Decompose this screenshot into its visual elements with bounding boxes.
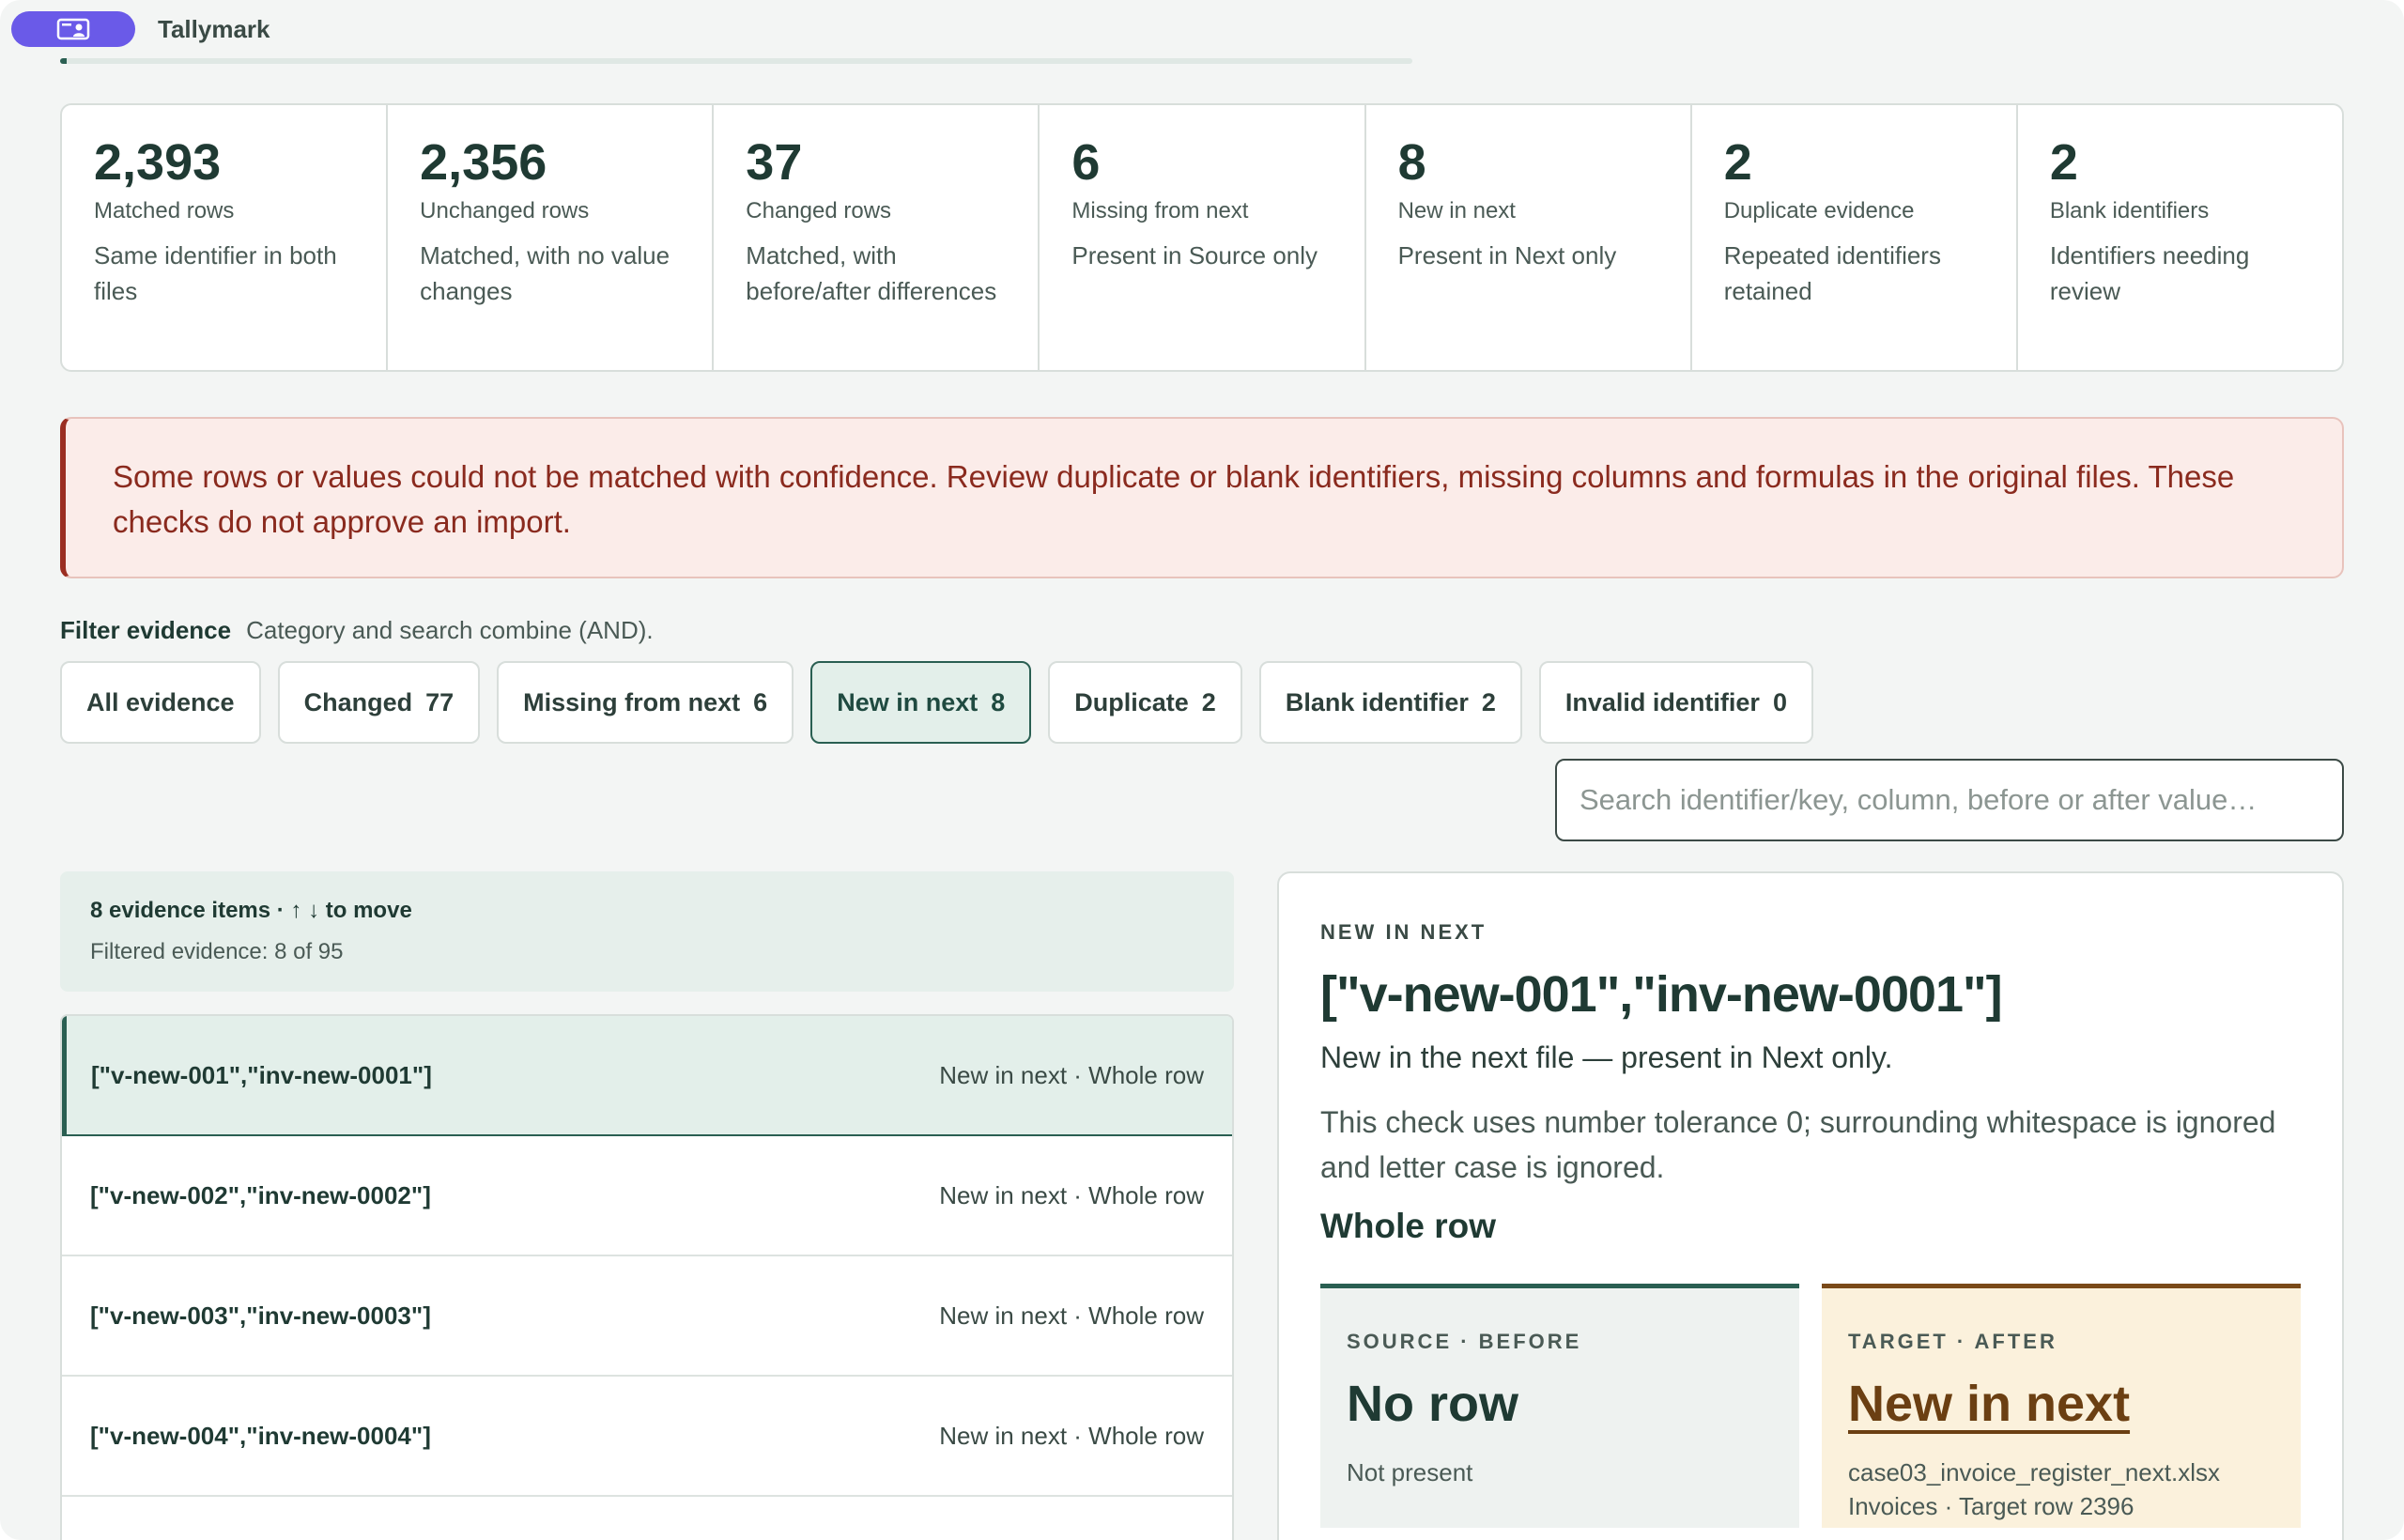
stat-label: New in next (1397, 198, 1516, 224)
stat-value: 8 (1397, 134, 1426, 191)
stat-label: Duplicate evidence (1723, 198, 1915, 224)
stat-value: 2 (2049, 134, 2078, 191)
chip-label: Invalid identifier (1564, 687, 1760, 716)
stat-description: Present in Source only (1071, 241, 1318, 270)
source-value: No row (1347, 1376, 1518, 1432)
target-file: case03_invoice_register_next.xlsx (1848, 1458, 2220, 1486)
target-location: Invoices · Target row 2396 (1848, 1492, 2134, 1520)
chip-count: 6 (753, 687, 768, 716)
chip-missing-from-next[interactable]: Missing from next 6 (497, 661, 794, 744)
filter-chips: All evidence Changed 77 Missing from next… (60, 661, 1813, 744)
evidence-meta: New in next · Whole row (939, 1301, 1204, 1330)
filter-title: Filter evidence (60, 616, 232, 644)
evidence-meta: New in next · Whole row (939, 1060, 1204, 1089)
confidence-warning-alert: Some rows or values could not be matched… (60, 417, 2344, 578)
chip-count: 77 (425, 687, 455, 716)
evidence-list: ["v-new-001","inv-new-0001"] New in next… (60, 1014, 1234, 1540)
monitor-user-icon (56, 18, 90, 40)
evidence-row[interactable]: ["v-new-003","inv-new-0003"] New in next… (62, 1256, 1232, 1377)
evidence-row[interactable]: ["v-new-001","inv-new-0001"] New in next… (62, 1016, 1232, 1136)
chip-changed[interactable]: Changed 77 (277, 661, 481, 744)
detail-section-title: Whole row (1320, 1207, 1497, 1245)
app-switcher-button[interactable] (11, 11, 135, 47)
chip-label: Blank identifier (1285, 687, 1469, 716)
evidence-key: ["v-new-003","inv-new-0003"] (90, 1301, 431, 1330)
stat-value: 2,393 (94, 134, 222, 191)
source-before-panel: SOURCE · BEFORE No row Not present (1320, 1284, 1799, 1528)
stat-label: Matched rows (94, 198, 235, 224)
chip-invalid-identifier[interactable]: Invalid identifier 0 (1538, 661, 1813, 744)
detail-note: This check uses number tolerance 0; surr… (1320, 1105, 2276, 1184)
stat-description: Present in Next only (1397, 241, 1617, 270)
stat-value: 2,356 (420, 134, 547, 191)
chip-new-in-next[interactable]: New in next 8 (810, 661, 1032, 744)
evidence-list-header: 8 evidence items · ↑ ↓ to move Filtered … (60, 871, 1234, 992)
app-window: Tallymark 2,393 Matched rows Same identi… (0, 0, 2404, 1540)
app-title: Tallymark (158, 15, 270, 43)
detail-summary: New in the next file — present in Next o… (1320, 1040, 1893, 1074)
stat-label: Unchanged rows (420, 198, 590, 224)
chip-count: 2 (1481, 687, 1496, 716)
stat-matched-rows: 2,393 Matched rows Same identifier in bo… (62, 105, 389, 370)
loading-progress-bar (60, 58, 1412, 64)
chip-count: 0 (1772, 687, 1787, 716)
evidence-meta: New in next · Whole row (939, 1180, 1204, 1209)
target-value: New in next (1848, 1376, 2131, 1432)
filtered-evidence-label: Filtered evidence: 8 of 95 (90, 939, 344, 964)
stat-duplicate-evidence: 2 Duplicate evidence Repeated identifier… (1692, 105, 2018, 370)
chip-count: 8 (991, 687, 1006, 716)
stat-blank-identifiers: 2 Blank identifiers Identifiers needing … (2018, 105, 2342, 370)
stat-description: Matched, with before/after differences (746, 241, 997, 306)
evidence-search-input[interactable] (1555, 759, 2344, 841)
stat-description: Matched, with no value changes (420, 241, 670, 306)
chip-label: Missing from next (523, 687, 741, 716)
chip-label: New in next (837, 687, 979, 716)
evidence-row[interactable]: ["v-new-004","inv-new-0004"] New in next… (62, 1377, 1232, 1497)
stat-label: Changed rows (746, 198, 892, 224)
source-label: SOURCE · BEFORE (1347, 1330, 1582, 1353)
detail-title: ["v-new-001","inv-new-0001"] (1320, 966, 2003, 1023)
evidence-detail-panel: NEW IN NEXT ["v-new-001","inv-new-0001"]… (1277, 871, 2344, 1540)
summary-stats: 2,393 Matched rows Same identifier in bo… (60, 103, 2344, 372)
evidence-key: ["v-new-001","inv-new-0001"] (91, 1060, 432, 1089)
filter-heading: Filter evidence Category and search combi… (60, 616, 654, 645)
evidence-key: ["v-new-004","inv-new-0004"] (90, 1421, 431, 1450)
stat-changed-rows: 37 Changed rows Matched, with before/aft… (714, 105, 1040, 370)
stat-label: Blank identifiers (2049, 198, 2210, 224)
chip-count: 2 (1201, 687, 1216, 716)
stat-missing-from-next: 6 Missing from next Present in Source on… (1040, 105, 1366, 370)
stat-value: 6 (1071, 134, 1101, 191)
source-subtext: Not present (1347, 1458, 1473, 1486)
target-label: TARGET · AFTER (1848, 1330, 2057, 1353)
title-bar: Tallymark (0, 0, 2404, 58)
stat-description: Same identifier in both files (94, 241, 337, 306)
stat-label: Missing from next (1071, 198, 1249, 224)
target-after-panel: TARGET · AFTER New in next case03_invoic… (1822, 1284, 2301, 1528)
chip-label: Duplicate (1074, 687, 1189, 716)
stat-new-in-next: 8 New in next Present in Next only (1366, 105, 1692, 370)
stat-description: Identifiers needing review (2049, 241, 2250, 306)
progress-fill (60, 58, 68, 64)
evidence-count-label: 8 evidence items · ↑ ↓ to move (90, 898, 412, 923)
detail-category: NEW IN NEXT (1320, 920, 1487, 944)
stat-unchanged-rows: 2,356 Unchanged rows Matched, with no va… (388, 105, 715, 370)
chip-label: All evidence (86, 687, 235, 716)
before-after-panels: SOURCE · BEFORE No row Not present TARGE… (1320, 1284, 2301, 1528)
evidence-row[interactable]: ["v-new-002","inv-new-0002"] New in next… (62, 1136, 1232, 1256)
evidence-key: ["v-new-002","inv-new-0002"] (90, 1180, 431, 1209)
stat-value: 37 (746, 134, 803, 191)
stat-description: Repeated identifiers retained (1723, 241, 1941, 306)
chip-all-evidence[interactable]: All evidence (60, 661, 261, 744)
filter-subtitle: Category and search combine (AND). (246, 616, 654, 644)
evidence-meta: New in next · Whole row (939, 1421, 1204, 1450)
chip-duplicate[interactable]: Duplicate 2 (1048, 661, 1242, 744)
evidence-row[interactable] (62, 1497, 1232, 1540)
chip-label: Changed (303, 687, 413, 716)
chip-blank-identifier[interactable]: Blank identifier 2 (1258, 661, 1522, 744)
stat-value: 2 (1723, 134, 1752, 191)
